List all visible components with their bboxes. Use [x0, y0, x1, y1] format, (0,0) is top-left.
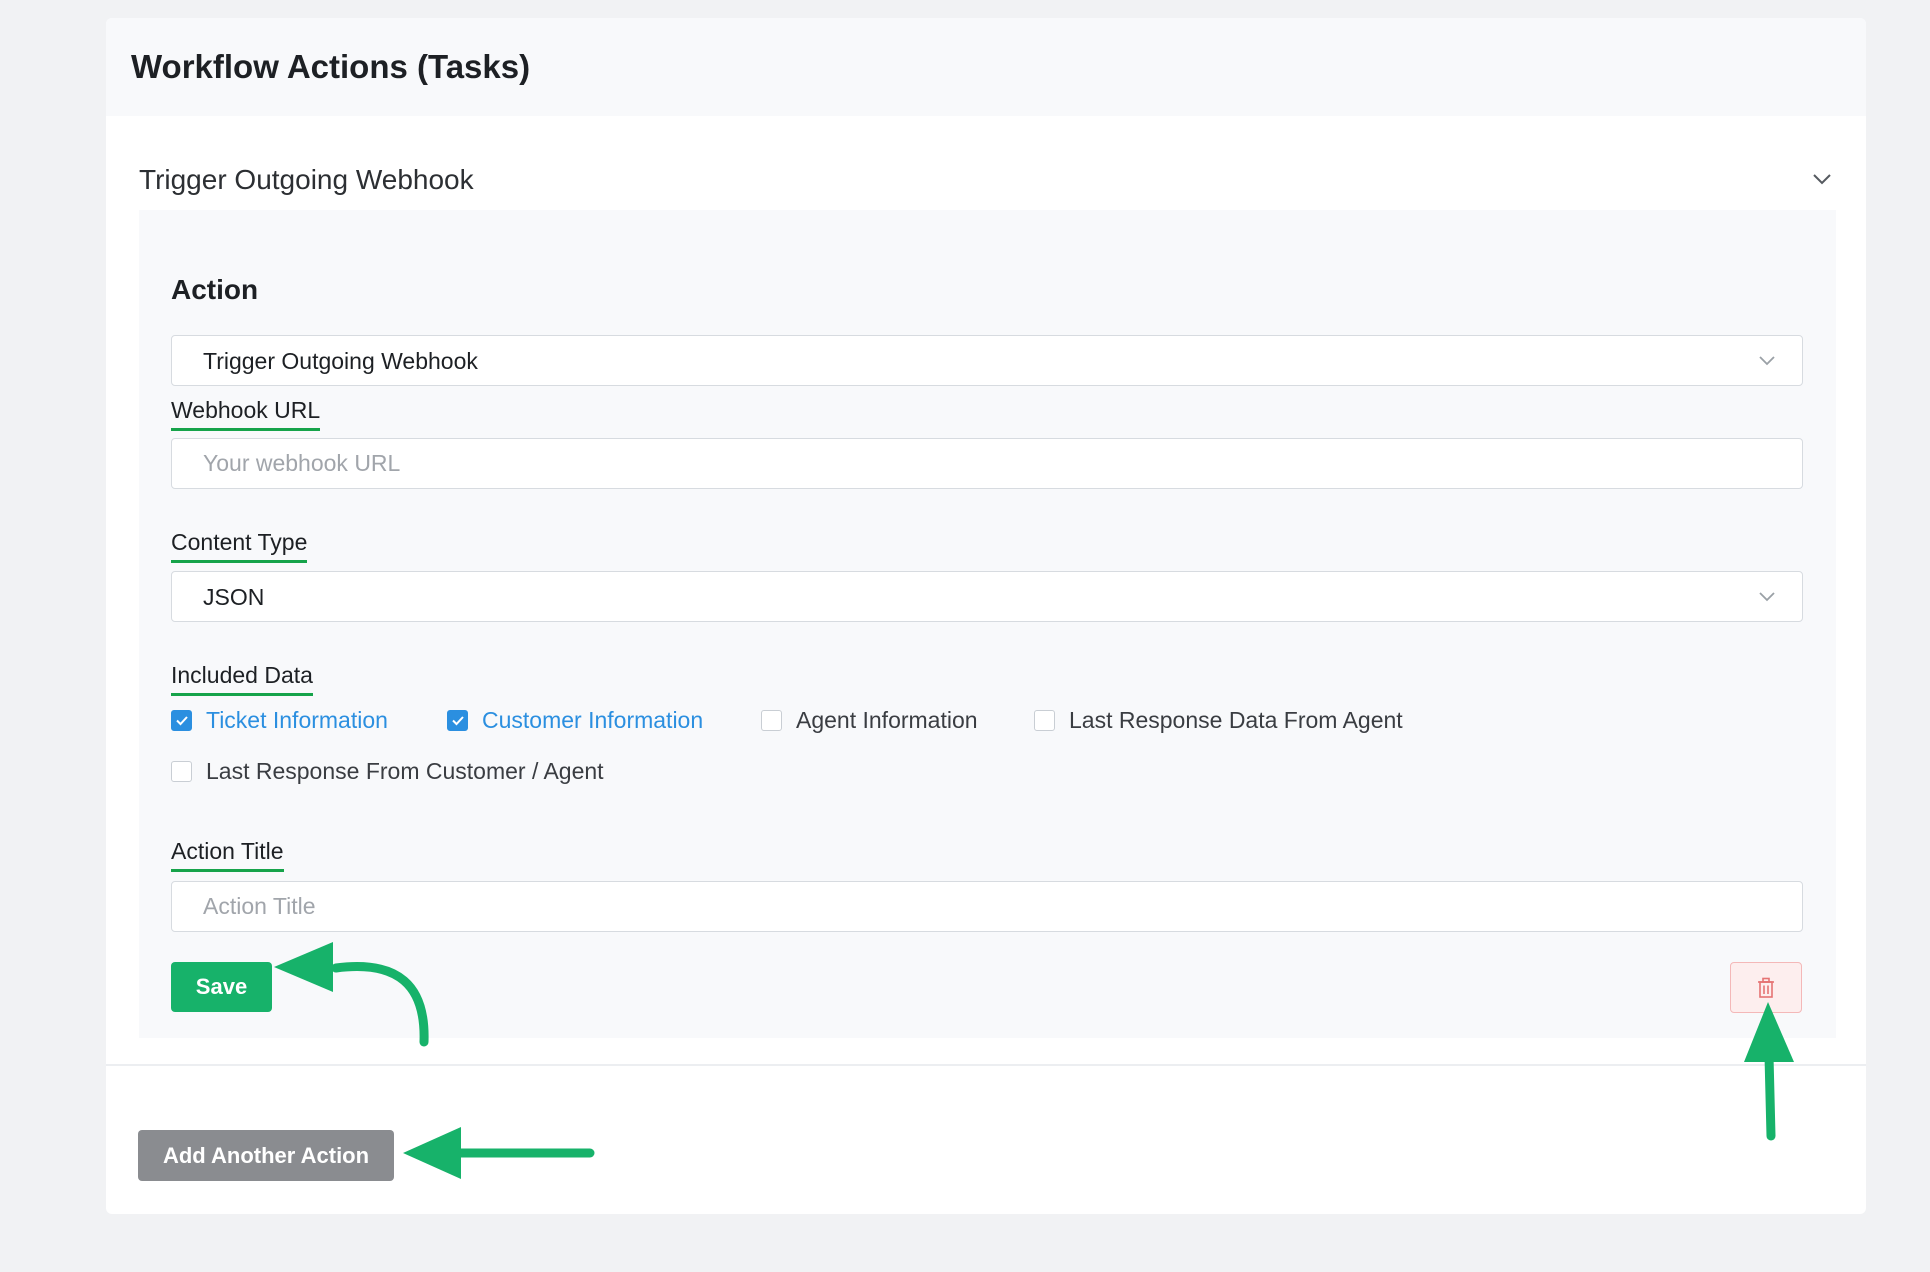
workflow-actions-card: Workflow Actions (Tasks) Trigger Outgoin…: [106, 18, 1866, 1214]
webhook-url-input[interactable]: [172, 439, 1802, 488]
section-divider: [106, 1064, 1866, 1066]
checkbox-label: Ticket Information: [206, 707, 388, 733]
checkbox-label: Agent Information: [796, 707, 978, 733]
action-select[interactable]: Trigger Outgoing Webhook: [171, 335, 1803, 386]
action-title-label: Action Title: [171, 838, 284, 872]
action-select-value: Trigger Outgoing Webhook: [203, 348, 478, 374]
checkbox-label: Last Response From Customer / Agent: [206, 758, 604, 784]
action-title-field-box: [171, 881, 1803, 932]
card-title: Workflow Actions (Tasks): [131, 48, 531, 85]
chevron-down-icon: [1759, 592, 1775, 602]
checkbox-ticket-information[interactable]: Ticket Information: [171, 707, 388, 734]
checkbox-unchecked[interactable]: [761, 710, 782, 731]
included-data-label: Included Data: [171, 662, 313, 696]
card-header: Workflow Actions (Tasks): [106, 18, 1866, 116]
add-another-action-button[interactable]: Add Another Action: [138, 1130, 394, 1181]
action-title-input[interactable]: [172, 882, 1802, 931]
save-button[interactable]: Save: [171, 962, 272, 1012]
content-type-select[interactable]: JSON: [171, 571, 1803, 622]
checkbox-checked-icon[interactable]: [171, 710, 192, 731]
checkbox-last-response-from-customer-agent[interactable]: Last Response From Customer / Agent: [171, 758, 604, 785]
accordion-title: Trigger Outgoing Webhook: [139, 164, 474, 195]
chevron-down-icon[interactable]: [1812, 172, 1832, 186]
checkbox-unchecked[interactable]: [1034, 710, 1055, 731]
webhook-url-label: Webhook URL: [171, 397, 321, 431]
content-type-label: Content Type: [171, 529, 308, 563]
checkbox-customer-information[interactable]: Customer Information: [447, 707, 703, 734]
action-section-title: Action: [171, 274, 259, 305]
checkbox-checked-icon[interactable]: [447, 710, 468, 731]
accordion-body: Action Trigger Outgoing Webhook Webhook …: [139, 210, 1836, 1038]
webhook-url-field-box: [171, 438, 1803, 489]
checkbox-label: Last Response Data From Agent: [1069, 707, 1403, 733]
checkbox-unchecked[interactable]: [171, 761, 192, 782]
chevron-down-icon: [1759, 356, 1775, 366]
checkbox-label: Customer Information: [482, 707, 704, 733]
checkbox-agent-information[interactable]: Agent Information: [761, 707, 978, 734]
delete-button[interactable]: [1730, 962, 1802, 1013]
trash-icon: [1758, 977, 1774, 998]
checkbox-last-response-data-from-agent[interactable]: Last Response Data From Agent: [1034, 707, 1403, 734]
content-type-value: JSON: [203, 584, 265, 610]
